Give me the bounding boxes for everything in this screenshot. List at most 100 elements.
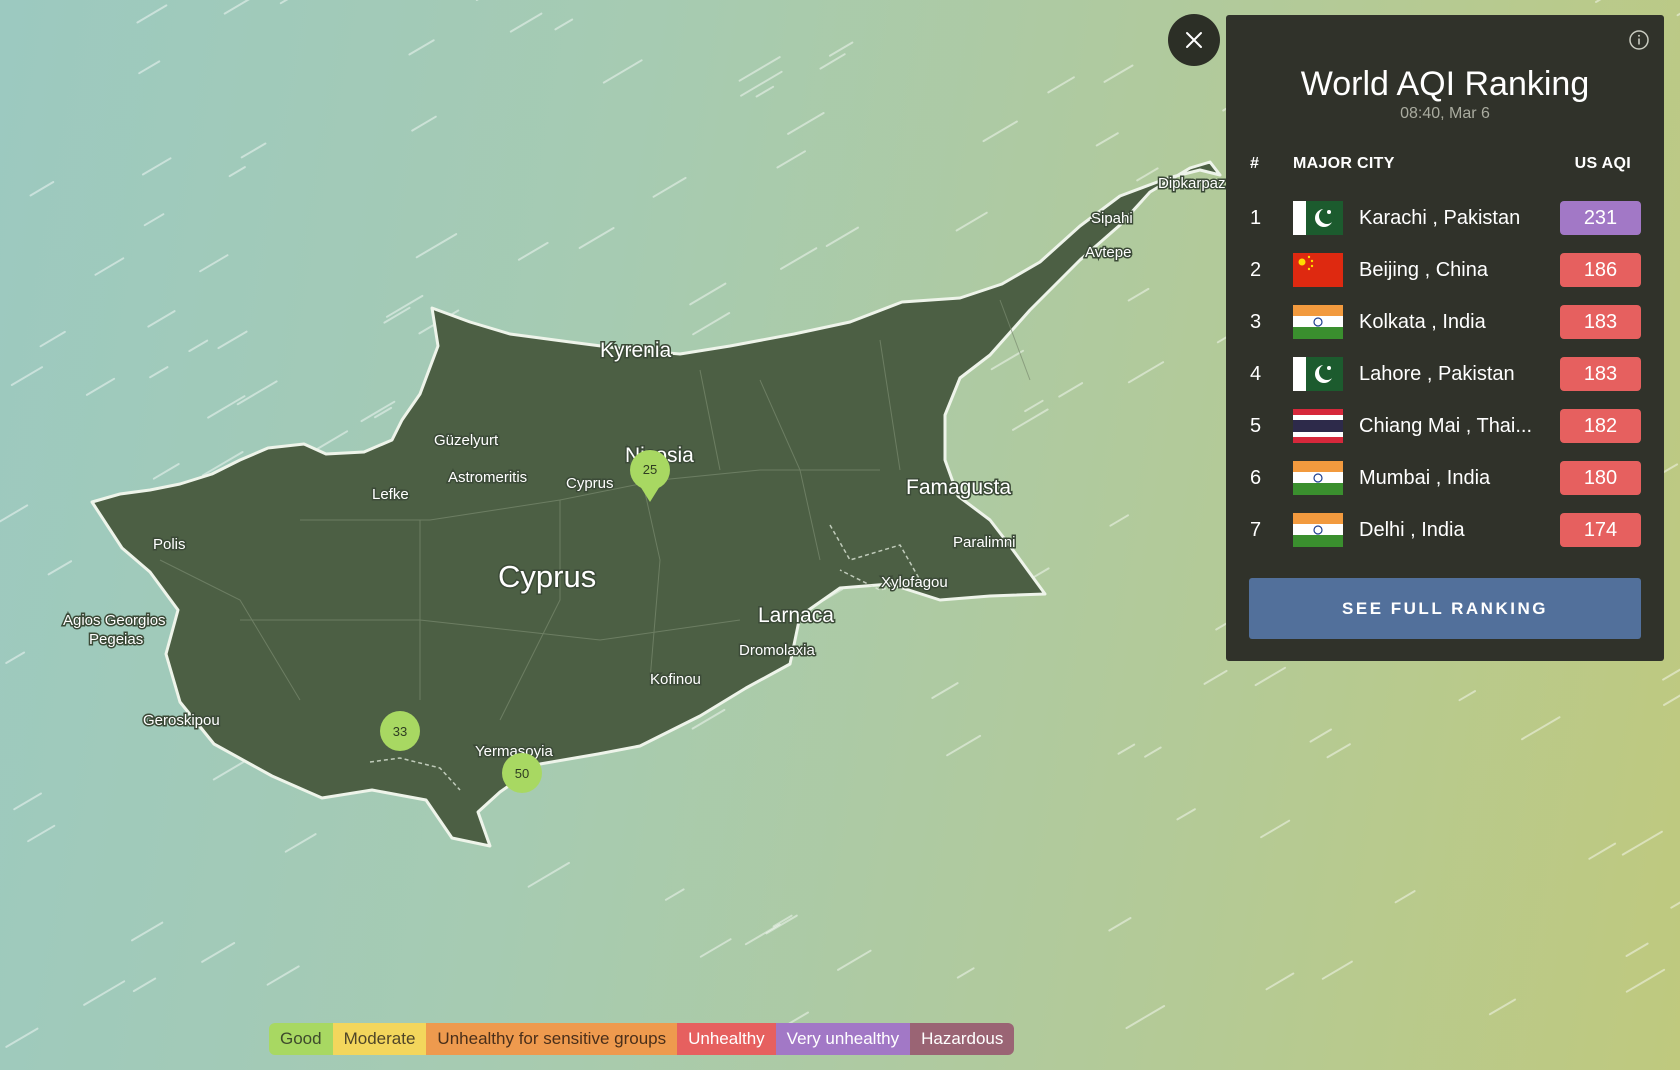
pakistan-flag-icon [1293,357,1343,391]
wind-streak [554,18,574,31]
ranking-row[interactable]: 3 Kolkata , India 183 [1226,297,1664,349]
legend-hazardous: Hazardous [910,1023,1015,1055]
china-flag-icon [1293,253,1343,287]
wind-streak [780,247,818,270]
map-label-dipkarpaz: Dipkarpaz [1158,175,1226,192]
map-label-famagusta: Famagusta [906,476,1011,499]
aqi-badge: 180 [1560,461,1641,495]
wind-streak [1058,382,1084,398]
panel-timestamp: 08:40, Mar 6 [1400,105,1490,122]
wind-streak [1309,728,1332,743]
wind-streak [136,4,168,24]
ranking-row[interactable]: 7 Delhi , India 174 [1226,505,1664,557]
see-full-ranking-button[interactable]: SEE FULL RANKING [1249,578,1641,639]
wind-streak [201,942,236,963]
wind-streak [1625,942,1649,957]
aqi-marker-value: 33 [393,724,407,739]
row-city: Karachi , Pakistan [1359,207,1521,229]
wind-streak [1203,669,1228,685]
aqi-marker-paphos[interactable]: 33 [380,711,420,751]
wind-streak [266,965,300,986]
wind-streak [931,682,959,699]
row-rank: 4 [1250,363,1262,385]
wind-streak [982,120,1018,143]
wind-streak [527,861,570,888]
map-label-xylofagou: Xylofagou [881,574,948,591]
wind-streak [5,1027,39,1048]
wind-streak [1031,567,1050,580]
map-label-country: Cyprus [498,559,596,594]
row-rank: 3 [1250,311,1262,333]
ranking-row[interactable]: 6 Mumbai , India 180 [1226,453,1664,505]
wind-streak [509,12,543,33]
wind-streak [1458,690,1476,702]
wind-streak [1662,668,1680,681]
ranking-row[interactable]: 1 Karachi , Pakistan 231 [1226,193,1664,245]
row-city: Delhi , India [1359,519,1465,541]
ranking-row[interactable]: 4 Lahore , Pakistan 183 [1226,349,1664,401]
wind-streak [956,967,975,979]
map-label-avtepe: Avtepe [1085,244,1131,261]
row-city: Mumbai , India [1359,467,1491,489]
map-label-polis: Polis [153,536,186,553]
map-label-kofinou: Kofinou [650,671,701,688]
india-flag-icon [1293,305,1343,339]
wind-streak [578,227,615,249]
india-flag-icon [1293,461,1343,495]
row-city: Beijing , China [1359,259,1488,281]
close-panel-button[interactable] [1168,14,1220,66]
wind-streak [316,430,349,450]
wind-streak [415,233,458,259]
aqi-badge: 186 [1560,253,1641,287]
table-header: # MAJOR CITY US AQI [1226,155,1664,177]
wind-streak [1117,743,1136,755]
header-city: MAJOR CITY [1293,155,1395,172]
wind-streak [744,923,781,946]
wind-streak [207,395,246,419]
wind-streak [1024,399,1044,413]
wind-streak [199,254,229,273]
wind-streak [228,166,246,178]
wind-streak [1103,64,1134,83]
wind-streak [755,85,775,98]
map-label-pegeias: Pegeias [89,631,143,648]
wind-streak [1047,76,1075,94]
wind-streak [83,980,126,1006]
aqi-marker-value: 25 [643,462,657,477]
aqi-badge: 174 [1560,513,1641,547]
wind-streak [279,0,289,5]
ranking-row[interactable]: 2 Beijing , China 186 [1226,245,1664,297]
wind-streak [143,213,165,227]
wind-streak [1394,890,1416,904]
wind-streak [1521,716,1561,741]
wind-streak [1136,167,1159,182]
map-label-lefke: Lefke [372,486,409,503]
wind-streak [147,310,176,328]
wind-streak [411,115,437,132]
wind-streak [1265,972,1295,991]
wind-streak [85,377,116,396]
india-flag-icon [1293,513,1343,547]
wind-streak [1144,746,1162,758]
wind-streak [1595,0,1602,3]
aqi-badge: 182 [1560,409,1641,443]
legend-sensitive: Unhealthy for sensitive groups [426,1023,678,1055]
wind-streak [955,211,988,232]
wind-streak [10,366,43,386]
pakistan-flag-icon [1293,201,1343,235]
row-rank: 5 [1250,415,1262,437]
legend-moderate: Moderate [332,1023,427,1055]
wind-streak [1095,132,1119,147]
island-cyprus [90,160,1222,848]
ranking-row[interactable]: 5 Chiang Mai , Thai... 182 [1226,401,1664,453]
wind-streak [385,294,424,318]
wind-streak [138,60,161,75]
ranking-list: 1 Karachi , Pakistan 231 2 Beijing , Chi… [1226,193,1664,557]
wind-streak [1321,960,1353,980]
wind-streak [141,157,172,176]
wind-streak [990,349,1024,371]
aqi-marker-limassol[interactable]: 50 [502,753,542,793]
info-icon[interactable] [1628,29,1650,56]
wind-streak [1488,998,1516,1016]
legend-unhealthy: Unhealthy [677,1023,776,1055]
